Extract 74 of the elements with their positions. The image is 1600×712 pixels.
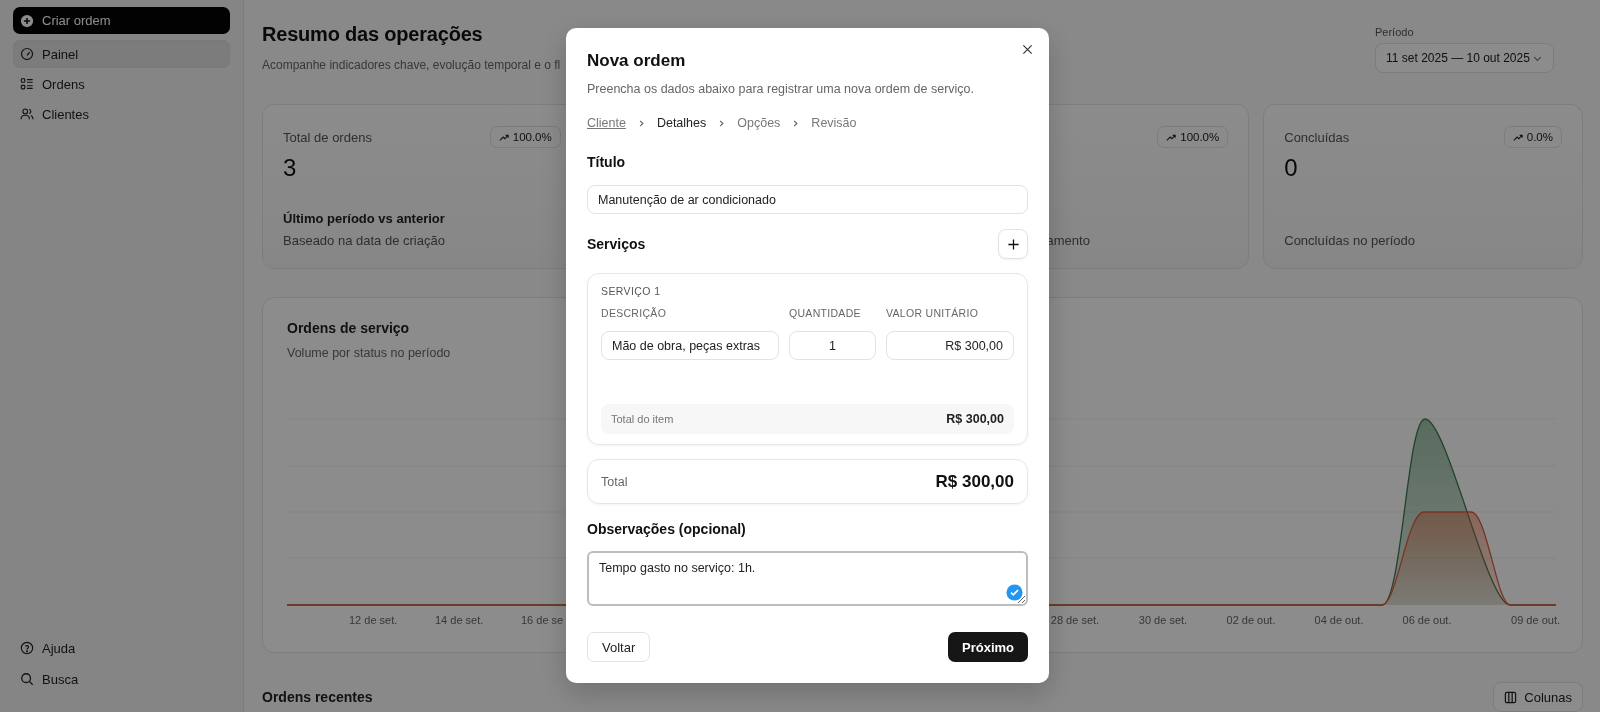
column-label: DESCRIÇÃO (601, 306, 668, 320)
card-label: Total de ordens (283, 129, 372, 145)
axis-label: 28 de set. (1049, 613, 1101, 628)
step-link[interactable]: Detalhes (656, 114, 707, 132)
sidebar-item[interactable]: Busca (13, 665, 230, 693)
notes-field[interactable]: Tempo gasto no serviço: 1h. (587, 551, 1028, 606)
card-note: Baseado na data de criação (283, 233, 446, 249)
card-value: 0 (1284, 154, 1299, 182)
chevron-right-icon (791, 118, 801, 128)
axis-label: 06 de out. (1401, 613, 1453, 628)
dialog-title: Nova ordem (587, 50, 687, 72)
description-field[interactable]: Mão de obra, peças extras (601, 331, 779, 360)
axis-label: 02 de out. (1225, 613, 1277, 628)
axis-label: 14 de set. (435, 613, 485, 628)
users-icon (20, 107, 34, 121)
trend-up-icon (498, 132, 509, 142)
check-circle-icon (1006, 584, 1023, 601)
sidebar-item[interactable]: Ordens (13, 70, 230, 98)
trend-badge: 0.0% (1503, 126, 1562, 148)
card-value: 3 (283, 154, 298, 182)
search-icon (20, 672, 34, 686)
quantity-field[interactable]: 1 (789, 331, 876, 360)
card-label: Concluídas (1284, 129, 1350, 145)
chevron-right-icon (717, 118, 727, 128)
page-title: Resumo das operações (262, 22, 484, 46)
trend-badge: 100.0% (1157, 126, 1229, 148)
card-note: Concluídas no período (1284, 233, 1417, 249)
sidebar-item[interactable]: Clientes (13, 100, 230, 128)
close-button[interactable] (1020, 42, 1035, 57)
chart-title: Ordens de serviço (287, 319, 410, 337)
step-link[interactable]: Opções (737, 114, 781, 132)
columns-button[interactable]: Colunas (1493, 682, 1583, 712)
add-service-button[interactable] (998, 229, 1028, 259)
trend-up-icon (1166, 132, 1177, 142)
trend-badge: 100.0% (489, 126, 561, 148)
axis-label: 12 de set. (349, 613, 399, 628)
item-total-value: R$ 300,00 (946, 412, 1004, 426)
period-label: Período (1375, 25, 1415, 39)
add-icon (20, 13, 34, 28)
total-label: Total (601, 474, 628, 489)
chart-subtitle: Volume por status no período (287, 345, 451, 362)
sidebar-item[interactable]: Painel (13, 40, 230, 68)
column-label: QUANTIDADE (789, 306, 862, 320)
section-label: Serviços (587, 235, 646, 253)
close-icon (1022, 44, 1033, 55)
list-icon (20, 77, 34, 91)
axis-label: 30 de set. (1137, 613, 1189, 628)
step-link[interactable]: Cliente (587, 114, 626, 132)
sidebar-item[interactable]: Ajuda (13, 634, 230, 662)
plus-icon (1006, 237, 1020, 251)
column-label: VALOR UNITÁRIO (886, 306, 980, 320)
step-link[interactable]: Revisão (811, 114, 857, 132)
help-icon (20, 641, 34, 655)
period-select[interactable]: 11 set 2025 — 10 out 2025 (1375, 43, 1554, 73)
create-order-button[interactable]: Criar ordem (13, 7, 230, 34)
total-value: R$ 300,00 (935, 471, 1014, 492)
gauge-icon (20, 47, 34, 61)
title-field[interactable]: Manutenção de ar condicionado (587, 185, 1028, 214)
unit-price-field[interactable]: R$ 300,00 (886, 331, 1014, 360)
card-note-title: Último período vs anterior (283, 211, 446, 227)
page-subtitle: Acompanhe indicadores chave, evolução temporal e o fl (262, 57, 561, 74)
columns-icon (1504, 690, 1518, 704)
field-label: Observações (opcional) (587, 520, 747, 538)
next-button[interactable]: Próximo (948, 632, 1028, 662)
item-total-label: Total do item (611, 413, 674, 425)
back-button[interactable]: Voltar (587, 632, 651, 662)
axis-label: 09 de out. (1510, 613, 1560, 628)
axis-label: 04 de out. (1313, 613, 1365, 628)
trend-up-icon (1512, 132, 1523, 142)
dialog-description: Preencha os dados abaixo para registrar uma nova ordem de serviço. (587, 81, 976, 98)
field-label: Título (587, 153, 627, 171)
section-title: Ordens recentes (262, 689, 373, 705)
axis-label: 16 de se (521, 613, 565, 628)
service-heading: SERVIÇO 1 (601, 284, 662, 298)
